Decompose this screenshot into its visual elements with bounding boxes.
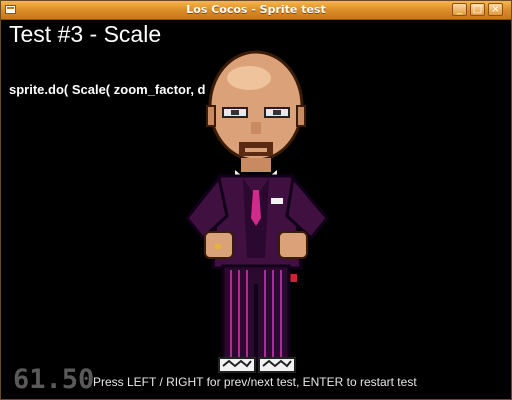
close-button[interactable]: ×: [488, 3, 503, 16]
test-heading: Test #3 - Scale: [9, 21, 162, 47]
app-window: Los Cocos - Sprite test _ □ × Test #3 - …: [0, 0, 512, 400]
fps-counter: 61.50: [13, 364, 95, 395]
render-canvas[interactable]: Test #3 - Scale sprite.do( Scale( zoom_f…: [3, 20, 509, 397]
sprite-right-hand: [278, 231, 308, 259]
controls-hint: Press LEFT / RIGHT for prev/next test, E…: [93, 375, 417, 389]
code-line: sprite.do( Scale( zoom_factor, d: [9, 82, 206, 97]
window-title: Los Cocos - Sprite test: [186, 3, 326, 16]
pixel-character-sprite: [185, 50, 329, 373]
title-bar[interactable]: Los Cocos - Sprite test _ □ ×: [1, 1, 511, 20]
minimize-button[interactable]: _: [452, 3, 467, 16]
maximize-button[interactable]: □: [470, 3, 485, 16]
